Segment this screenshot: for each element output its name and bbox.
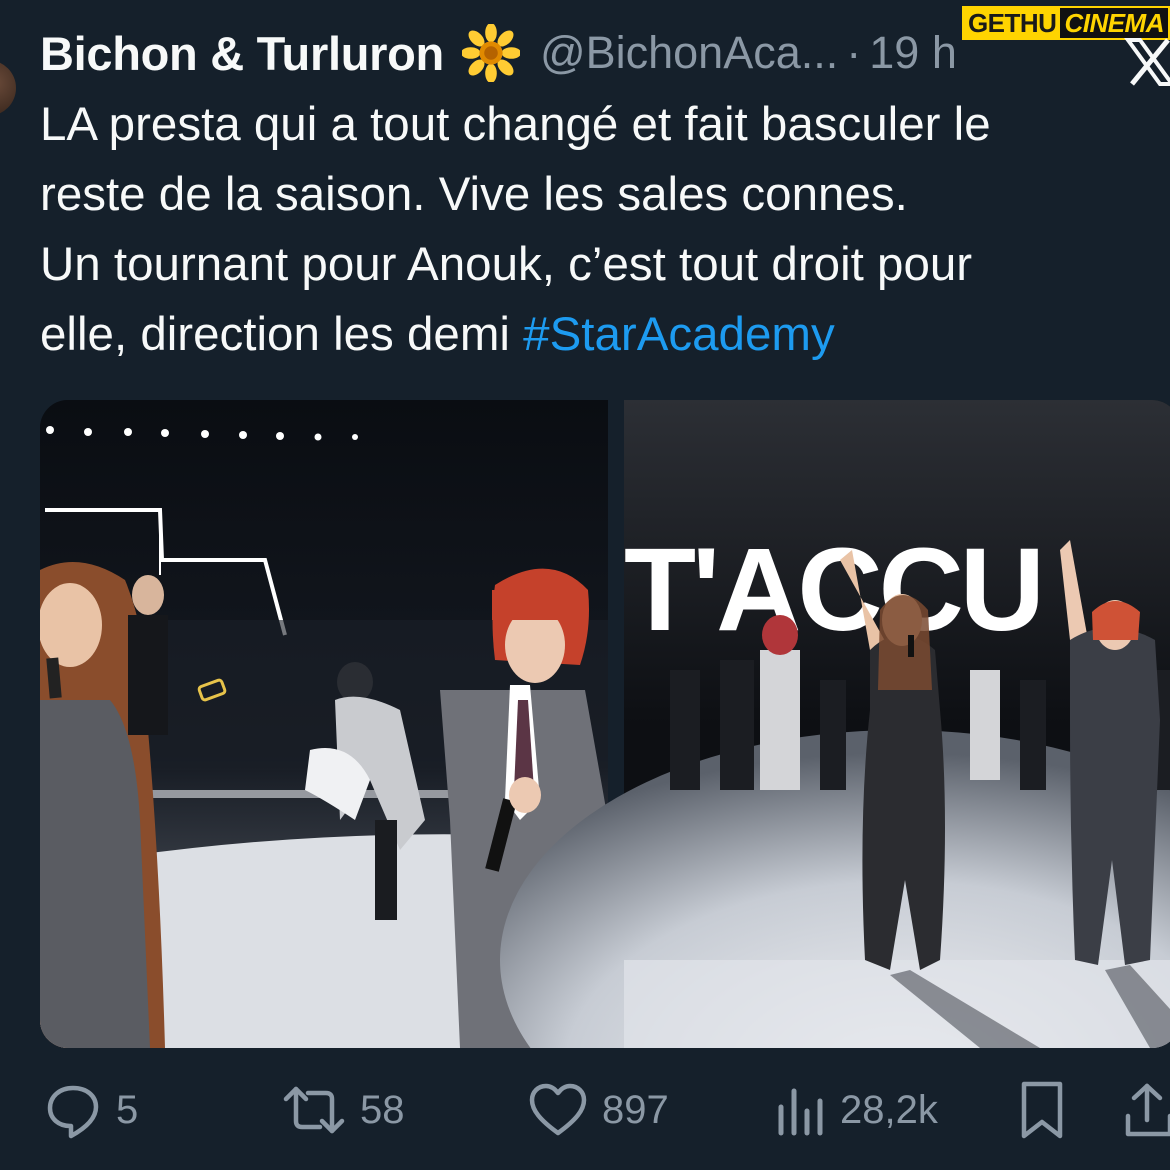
bookmark-icon [1018,1080,1066,1140]
tweet-line-4-text: elle, direction les demi [40,308,524,361]
reply-button[interactable]: 5 [44,1074,138,1146]
views-button[interactable]: 28,2k [776,1074,938,1146]
like-button[interactable]: 897 [528,1074,669,1146]
views-icon [776,1083,826,1137]
bookmark-button[interactable] [1018,1074,1066,1146]
share-icon [1124,1080,1170,1140]
retweet-count: 58 [360,1087,405,1132]
author-avatar[interactable] [0,60,16,116]
tweet-body: LA presta qui a tout changé et fait basc… [40,90,1150,370]
sunflower-emoji-icon [460,23,521,83]
watermark-right: CINEMA [1060,8,1168,38]
like-count: 897 [602,1087,669,1132]
tweet-line-1: LA presta qui a tout changé et fait basc… [40,98,991,151]
x-logo-icon [1124,36,1170,88]
tweet-line-2: reste de la saison. Vive les sales conne… [40,168,908,221]
tweet-timestamp[interactable]: 19 h [869,27,957,79]
header-separator: · [846,27,862,78]
tweet-actions: 5 58 897 28,2k [0,1074,1170,1146]
retweet-icon [282,1081,346,1139]
heart-icon [528,1082,588,1138]
tweet-header: Bichon & Turluron @BichonAca... · 19 h [40,22,957,84]
tweet-line-3: Un tournant pour Anouk, c’est tout droit… [40,238,973,291]
watermark-logo: GETHU CINEMA [961,6,1170,40]
retweet-button[interactable]: 58 [282,1074,405,1146]
tweet-screenshot: Bichon & Turluron @BichonAca... · 19 h G… [0,0,1170,1170]
reply-count: 5 [116,1087,139,1132]
author-handle[interactable]: @BichonAca... [540,27,838,79]
watermark-left: GETHU [963,8,1061,38]
reply-icon [44,1081,102,1139]
tweet-media[interactable]: T'ACCU [40,400,1170,1048]
hashtag-link[interactable]: #StarAcademy [523,308,835,361]
tweet-line-4: elle, direction les demi #StarAcademy [40,300,1150,370]
views-count: 28,2k [840,1087,938,1132]
share-button[interactable] [1124,1074,1170,1146]
backdrop-text: T'ACCU [624,524,1041,656]
author-display-name[interactable]: Bichon & Turluron [40,26,444,81]
